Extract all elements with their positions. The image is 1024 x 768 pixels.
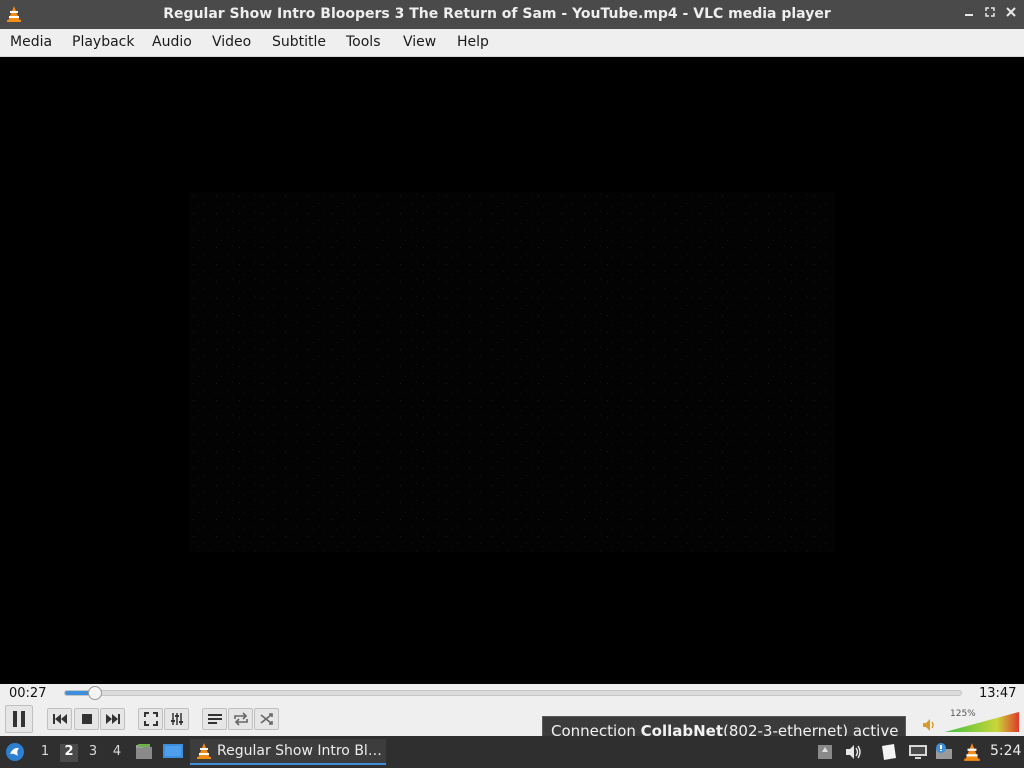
menu-video[interactable]: Video xyxy=(212,34,251,50)
speaker-icon[interactable] xyxy=(922,718,938,732)
menu-bar: Media Playback Audio Video Subtitle Tool… xyxy=(0,29,1024,57)
playlist-icon xyxy=(207,714,222,724)
repeat-icon xyxy=(233,712,248,726)
volume-percent: 125% xyxy=(950,709,976,719)
stop-icon xyxy=(81,714,92,724)
loop-button[interactable] xyxy=(228,708,253,730)
workspace-1[interactable]: 1 xyxy=(36,744,54,762)
update-notification-icon[interactable] xyxy=(934,743,954,761)
menu-view[interactable]: View xyxy=(403,34,436,50)
vlc-tray-icon[interactable] xyxy=(962,742,982,762)
menu-help[interactable]: Help xyxy=(457,34,489,50)
shuffle-icon xyxy=(260,713,273,725)
volume-slider[interactable]: 125% xyxy=(945,709,1019,733)
vlc-cone-icon xyxy=(7,6,21,22)
total-time: 13:47 xyxy=(979,686,1017,701)
workspace-3[interactable]: 3 xyxy=(84,744,102,762)
minimize-icon[interactable] xyxy=(962,6,976,22)
file-manager-icon[interactable] xyxy=(134,742,154,762)
elapsed-time: 00:27 xyxy=(9,686,47,701)
playlist-button[interactable] xyxy=(202,708,227,730)
video-area[interactable] xyxy=(0,57,1024,684)
menu-media[interactable]: Media xyxy=(10,34,52,50)
stop-button[interactable] xyxy=(74,708,99,730)
menu-tools[interactable]: Tools xyxy=(346,34,381,50)
pause-button[interactable] xyxy=(5,705,33,733)
window-titlebar[interactable]: Regular Show Intro Bloopers 3 The Return… xyxy=(0,0,1024,29)
taskbar: 1 2 3 4 Regular Show Intro Bl… 5:24 xyxy=(0,736,1024,768)
workspace-2[interactable]: 2 xyxy=(60,744,78,762)
notes-icon[interactable] xyxy=(880,743,898,761)
menu-subtitle[interactable]: Subtitle xyxy=(272,34,326,50)
previous-button[interactable] xyxy=(47,708,72,730)
skip-forward-icon xyxy=(105,714,120,724)
vlc-cone-icon xyxy=(197,743,211,759)
skip-back-icon xyxy=(52,714,67,724)
close-icon[interactable] xyxy=(1004,6,1018,22)
pause-icon xyxy=(13,711,25,727)
desktop-icon[interactable] xyxy=(162,742,184,762)
seek-slider[interactable] xyxy=(64,686,962,700)
fullscreen-button[interactable] xyxy=(138,708,163,730)
start-menu-icon[interactable] xyxy=(5,742,25,762)
extended-settings-button[interactable] xyxy=(164,708,189,730)
window-title: Regular Show Intro Bloopers 3 The Return… xyxy=(163,6,831,22)
menu-audio[interactable]: Audio xyxy=(152,34,192,50)
equalizer-icon xyxy=(170,713,183,725)
network-icon[interactable] xyxy=(908,743,928,761)
taskbar-vlc-window[interactable]: Regular Show Intro Bl… xyxy=(190,739,386,765)
shuffle-button[interactable] xyxy=(254,708,279,730)
fullscreen-icon xyxy=(143,712,158,726)
video-frame xyxy=(190,192,835,552)
maximize-icon[interactable] xyxy=(983,6,997,22)
task-label: Regular Show Intro Bl… xyxy=(217,743,382,759)
menu-playback[interactable]: Playback xyxy=(72,34,134,50)
clipboard-icon[interactable] xyxy=(816,743,834,761)
volume-tray-icon[interactable] xyxy=(845,743,863,761)
clock: 5:24 xyxy=(990,743,1022,759)
workspace-4[interactable]: 4 xyxy=(108,744,126,762)
next-button[interactable] xyxy=(100,708,125,730)
seek-handle[interactable] xyxy=(87,686,102,700)
